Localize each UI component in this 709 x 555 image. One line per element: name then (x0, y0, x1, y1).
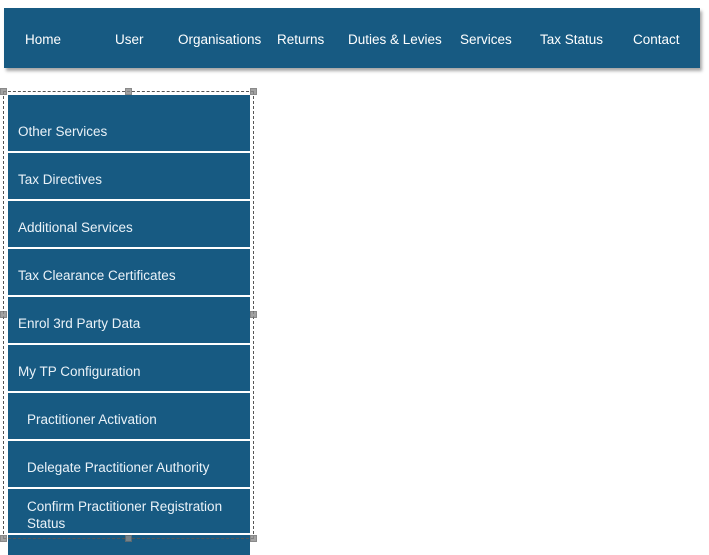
selection-handle-bottom-left[interactable] (0, 535, 7, 542)
selection-handle-bottom-center[interactable] (124, 535, 132, 542)
selection-handle-top-left[interactable] (0, 88, 7, 95)
nav-item-home[interactable]: Home (25, 32, 61, 48)
selection-handle-top-right[interactable] (250, 88, 257, 95)
selection-handle-top-center[interactable] (124, 88, 132, 95)
nav-item-duties-levies[interactable]: Duties & Levies (348, 32, 442, 48)
nav-item-organisations[interactable]: Organisations (178, 32, 261, 48)
nav-item-user[interactable]: User (115, 32, 144, 48)
selection-handle-middle-right[interactable] (250, 311, 257, 318)
selection-marquee[interactable] (0, 88, 257, 542)
selection-handle-bottom-right[interactable] (250, 535, 257, 542)
top-navigation-bar: Home User Organisations Returns Duties &… (4, 8, 700, 68)
nav-item-tax-status[interactable]: Tax Status (540, 32, 603, 48)
nav-item-returns[interactable]: Returns (277, 32, 324, 48)
nav-item-contact[interactable]: Contact (633, 32, 680, 48)
selection-handle-middle-left[interactable] (0, 311, 7, 318)
nav-item-services[interactable]: Services (460, 32, 512, 48)
